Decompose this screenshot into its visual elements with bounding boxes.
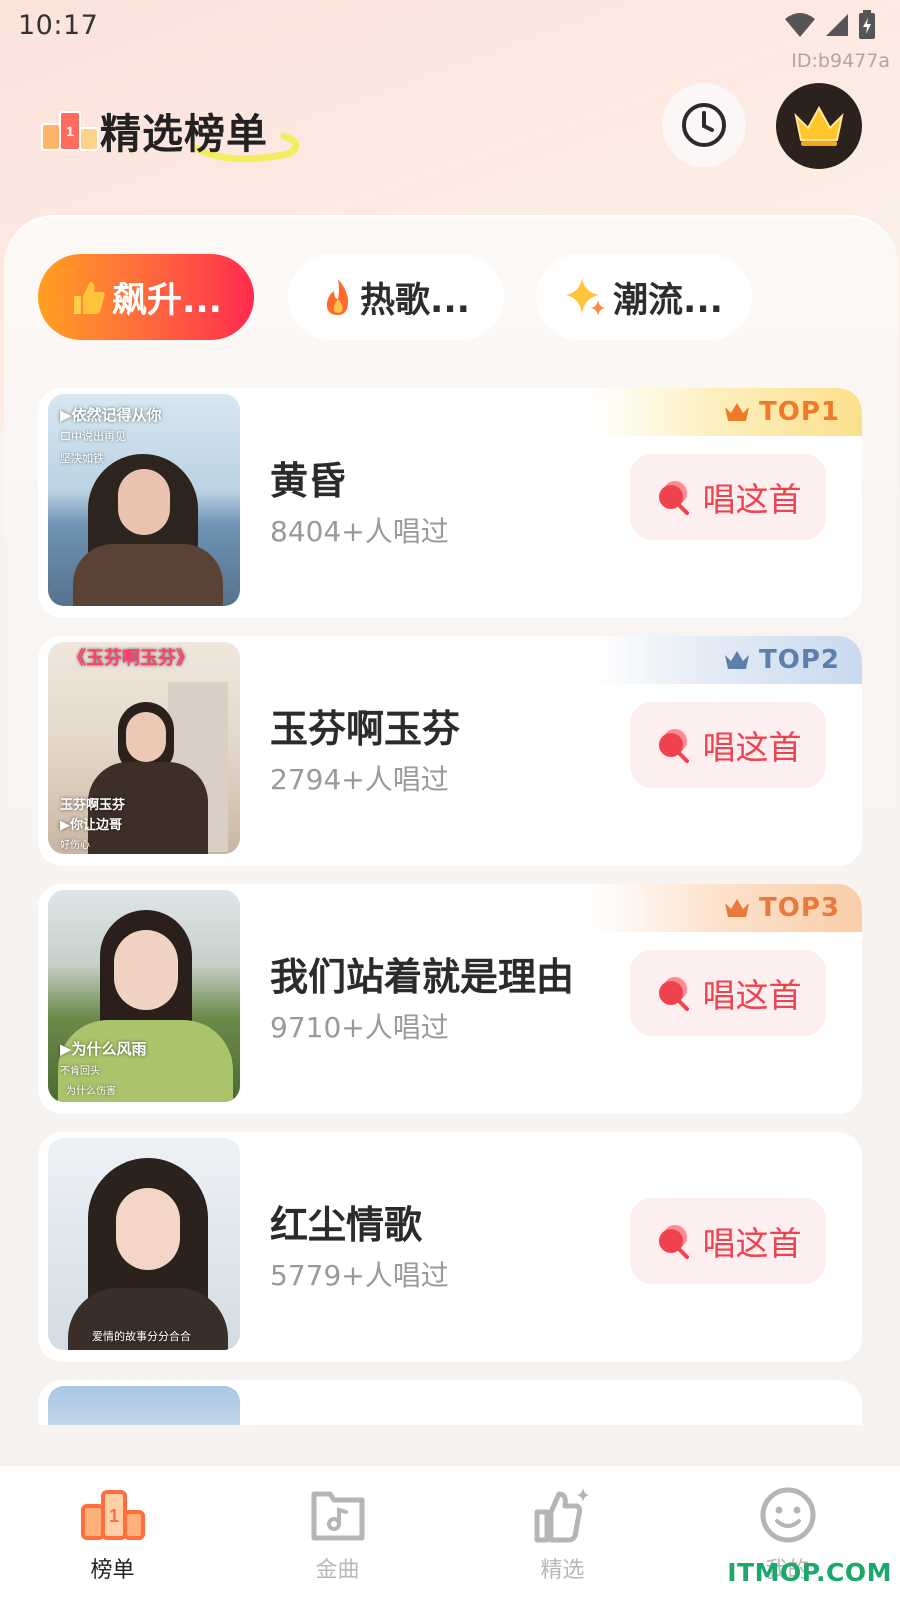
tab-trending[interactable]: 潮流... bbox=[536, 254, 752, 340]
tab-label: 潮流... bbox=[613, 280, 723, 321]
microphone-icon bbox=[658, 481, 689, 515]
thumbnail-caption: 坚决如铁 bbox=[60, 452, 104, 465]
battery-icon bbox=[859, 10, 875, 39]
nav-item-golden-songs[interactable]: 金曲 bbox=[225, 1466, 450, 1600]
song-title: 红尘情歌 bbox=[270, 1203, 423, 1247]
rank-badge: TOP1 bbox=[592, 388, 862, 436]
rank-label: TOP3 bbox=[759, 893, 840, 923]
crown-icon bbox=[725, 899, 750, 917]
rank-badge: TOP2 bbox=[592, 636, 862, 684]
vip-button[interactable] bbox=[776, 83, 862, 169]
svg-text:1: 1 bbox=[108, 1506, 118, 1526]
nav-item-ranking[interactable]: 1 榜单 bbox=[0, 1466, 225, 1600]
sing-button[interactable]: 唱这首 bbox=[630, 454, 826, 540]
song-title: 我们站着就是理由 bbox=[270, 955, 575, 999]
sing-count: 9710+人唱过 bbox=[270, 1011, 449, 1044]
thumbnail-caption: 好伤心 bbox=[60, 840, 90, 851]
microphone-icon bbox=[658, 729, 689, 763]
tab-label: 飙升... bbox=[112, 280, 222, 321]
nav-label: 榜单 bbox=[90, 1558, 135, 1583]
crown-icon bbox=[794, 105, 844, 146]
music-note-icon bbox=[311, 1491, 364, 1541]
fire-icon bbox=[326, 279, 349, 315]
signal-icon bbox=[826, 14, 848, 36]
song-card[interactable]: 《玉芬啊玉芬》 玉芬啊玉芬 ▶你让边哥 好伤心 TOP2 玉芬啊玉芬 2794+… bbox=[38, 636, 862, 866]
list-fade bbox=[0, 1425, 900, 1465]
song-title: 黄昏 bbox=[270, 459, 347, 503]
crown-icon bbox=[725, 651, 750, 669]
status-bar: 10:17 bbox=[0, 0, 900, 50]
thumbnail-caption: 不肯回头 bbox=[60, 1066, 100, 1077]
sing-button-label: 唱这首 bbox=[702, 480, 802, 519]
podium-icon: 1 bbox=[41, 111, 99, 151]
thumbnail-caption: 口中说出再见 bbox=[60, 430, 126, 443]
thumbnail-caption: 《玉芬啊玉芬》 bbox=[68, 648, 194, 669]
song-thumbnail: 《玉芬啊玉芬》 玉芬啊玉芬 ▶你让边哥 好伤心 bbox=[48, 642, 240, 854]
nav-label: 精选 bbox=[540, 1558, 585, 1583]
thumbnail-caption: ▶为什么风雨 bbox=[60, 1040, 147, 1058]
thumbnail-caption: ▶依然记得从你 bbox=[60, 406, 162, 424]
song-card[interactable]: 爱情的故事分分合合 红尘情歌 5779+人唱过 唱这首 bbox=[38, 1132, 862, 1362]
song-thumbnail: 爱情的故事分分合合 bbox=[48, 1138, 240, 1350]
tab-hot-songs[interactable]: 热歌... bbox=[288, 254, 504, 340]
song-thumbnail: ▶为什么风雨 不肯回头 为什么伤害 bbox=[48, 890, 240, 1102]
song-card[interactable]: ▶为什么风雨 不肯回头 为什么伤害 TOP3 我们站着就是理由 9710+人唱过… bbox=[38, 884, 862, 1114]
nav-label: 金曲 bbox=[315, 1558, 360, 1583]
rank-label: TOP1 bbox=[759, 397, 840, 427]
sing-button-label: 唱这首 bbox=[702, 976, 802, 1015]
song-thumbnail: ▶依然记得从你 口中说出再见 坚决如铁 bbox=[48, 394, 240, 606]
watermark: ITMOP.COM bbox=[727, 1558, 892, 1587]
status-icons bbox=[784, 10, 876, 40]
thumbnail-caption: ▶你让边哥 bbox=[60, 818, 122, 833]
page-title: 精选榜单 bbox=[100, 110, 268, 158]
thumbnail-caption: 爱情的故事分分合合 bbox=[92, 1330, 191, 1343]
nav-item-featured[interactable]: 精选 bbox=[450, 1466, 675, 1600]
sing-button[interactable]: 唱这首 bbox=[630, 702, 826, 788]
smiley-icon bbox=[760, 1487, 815, 1543]
rank-label: TOP2 bbox=[759, 645, 840, 675]
svg-text:1: 1 bbox=[66, 123, 74, 139]
song-title: 玉芬啊玉芬 bbox=[270, 707, 461, 751]
thumbs-up-icon bbox=[74, 282, 105, 314]
sing-count: 8404+人唱过 bbox=[270, 515, 449, 548]
wifi-icon bbox=[785, 13, 815, 37]
microphone-icon bbox=[658, 977, 689, 1011]
tab-rising[interactable]: 飙升... bbox=[38, 254, 254, 340]
song-thumbnail bbox=[48, 1386, 240, 1425]
sing-button[interactable]: 唱这首 bbox=[630, 950, 826, 1036]
thumbnail-caption: 为什么伤害 bbox=[66, 1086, 116, 1097]
microphone-icon bbox=[658, 1225, 689, 1259]
song-card[interactable] bbox=[38, 1380, 862, 1425]
crown-icon bbox=[725, 403, 750, 421]
thumbs-up-sparkle-icon bbox=[534, 1488, 589, 1543]
ranking-icon: 1 bbox=[80, 1490, 145, 1540]
sparkle-icon bbox=[566, 278, 606, 316]
sing-count: 5779+人唱过 bbox=[270, 1259, 449, 1292]
tab-label: 热歌... bbox=[360, 280, 470, 321]
sing-count: 2794+人唱过 bbox=[270, 763, 449, 796]
thumbnail-caption: 玉芬啊玉芬 bbox=[60, 798, 126, 813]
status-time: 10:17 bbox=[18, 9, 99, 41]
sing-button-label: 唱这首 bbox=[702, 1224, 802, 1263]
song-card[interactable]: ▶依然记得从你 口中说出再见 坚决如铁 TOP1 黄昏 8404+人唱过 唱这首 bbox=[38, 388, 862, 618]
rank-badge: TOP3 bbox=[592, 884, 862, 932]
user-id: ID:b9477a bbox=[791, 50, 890, 72]
sing-button-label: 唱这首 bbox=[702, 728, 802, 767]
page-title-group: 1 精选榜单 bbox=[38, 92, 308, 172]
history-button[interactable] bbox=[662, 83, 746, 167]
sing-button[interactable]: 唱这首 bbox=[630, 1198, 826, 1284]
clock-icon bbox=[682, 103, 726, 147]
